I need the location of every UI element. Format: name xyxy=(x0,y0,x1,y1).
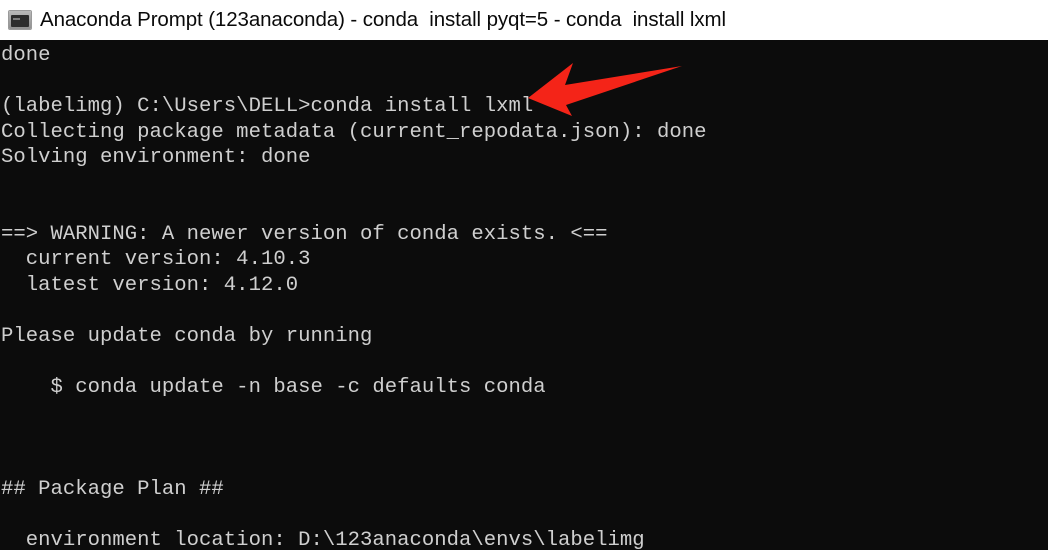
terminal-line: environment location: D:\123anaconda\env… xyxy=(1,528,645,550)
terminal-line: Solving environment: done xyxy=(1,146,311,169)
terminal-line: done xyxy=(1,44,51,67)
terminal-line: ## Package Plan ## xyxy=(1,477,224,501)
terminal-line: $ conda update -n base -c defaults conda xyxy=(1,375,546,399)
terminal-line: current version: 4.10.3 xyxy=(1,248,311,271)
terminal-console[interactable]: done (labelimg) C:\Users\DELL>conda inst… xyxy=(0,40,1048,550)
terminal-line: ==> WARNING: A newer version of conda ex… xyxy=(1,222,608,246)
window-titlebar[interactable]: Anaconda Prompt (123anaconda) - conda in… xyxy=(0,0,1048,40)
terminal-line: (labelimg) C:\Users\DELL>conda install l… xyxy=(1,95,534,118)
terminal-line: Please update conda by running xyxy=(1,324,373,348)
console-window-icon xyxy=(9,11,31,29)
terminal-output: done (labelimg) C:\Users\DELL>conda inst… xyxy=(0,40,707,550)
terminal-line: Collecting package metadata (current_rep… xyxy=(1,120,707,144)
anaconda-prompt-window: Anaconda Prompt (123anaconda) - conda in… xyxy=(0,0,1048,550)
terminal-line: latest version: 4.12.0 xyxy=(1,273,299,297)
window-title: Anaconda Prompt (123anaconda) - conda in… xyxy=(40,8,726,31)
